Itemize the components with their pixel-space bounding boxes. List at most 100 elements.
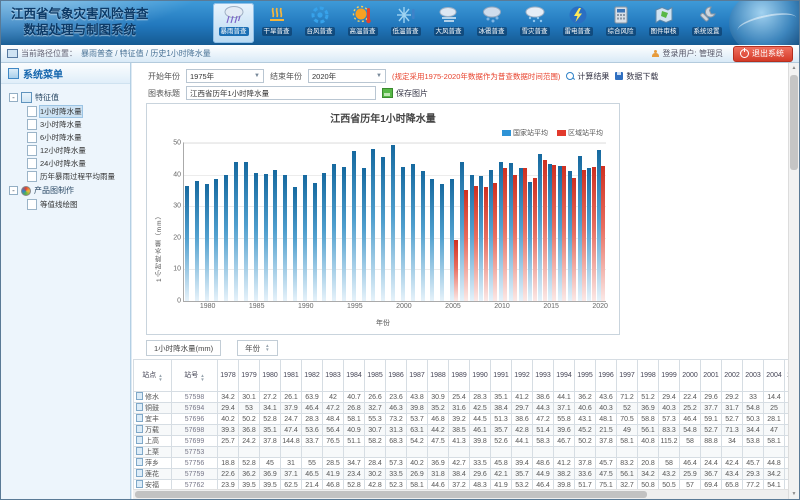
value-cell: 42.4	[722, 458, 743, 469]
col-header-year-1994[interactable]: 1994	[554, 360, 575, 392]
hscroll-thumb[interactable]	[135, 491, 647, 498]
station-name: 万载	[134, 425, 172, 436]
col-header-year-1987[interactable]: 1987	[407, 360, 428, 392]
station-name: 铜鼓	[134, 403, 172, 414]
toolbar-item-hail[interactable]: 冰雹普查	[471, 3, 512, 43]
vscroll-thumb[interactable]	[790, 75, 798, 170]
col-header-year-1989[interactable]: 1989	[449, 360, 470, 392]
toolbar-item-sun-thermo[interactable]: 高温普查	[342, 3, 383, 43]
start-year-select[interactable]: 1975年▼	[186, 69, 264, 83]
horizontal-scrollbar[interactable]	[133, 489, 789, 499]
col-header-year-1991[interactable]: 1991	[491, 360, 512, 392]
value-cell: 24.7	[281, 414, 302, 425]
table-row-铜鼓[interactable]: 铜鼓5769429.45334.137.946.447.226.832.746.…	[134, 403, 790, 414]
sidebar-item-等值线绘图[interactable]: 等值线绘图	[1, 198, 130, 211]
sidebar-item-24小时降水量[interactable]: 24小时降水量	[1, 157, 130, 170]
logged-in-user: 登录用户: 管理员	[663, 48, 723, 59]
collapse-icon[interactable]: -	[9, 93, 18, 102]
document-icon	[27, 119, 37, 130]
sidebar-item-3小时降水量[interactable]: 3小时降水量	[1, 118, 130, 131]
col-header-year-1985[interactable]: 1985	[365, 360, 386, 392]
table-row-万载[interactable]: 万载5769839.336.835.147.453.656.440.930.73…	[134, 425, 790, 436]
col-header-year-2001[interactable]: 2001	[701, 360, 722, 392]
breadcrumb[interactable]: 暴雨普查 / 特征值 / 历史1小时降水量	[81, 48, 211, 59]
col-header-year-1982[interactable]: 1982	[302, 360, 323, 392]
collapse-icon[interactable]: -	[9, 186, 18, 195]
table-row-宜丰[interactable]: 宜丰5769640.250.252.824.728.348.458.155.37…	[134, 414, 790, 425]
y-tick: 30	[173, 203, 181, 210]
col-header-year-1996[interactable]: 1996	[596, 360, 617, 392]
toolbar-item-cold[interactable]: 低温普查	[385, 3, 426, 43]
document-icon	[27, 158, 37, 169]
value-cell: 27.2	[260, 392, 281, 403]
col-header-year-1978[interactable]: 1978	[218, 360, 239, 392]
toolbar-item-calculator[interactable]: 综合风险	[600, 3, 641, 43]
toolbar-item-wrench[interactable]: 系统设置	[686, 3, 727, 43]
col-header-year-2003[interactable]: 2003	[743, 360, 764, 392]
sidebar-item-12小时降水量[interactable]: 12小时降水量	[1, 144, 130, 157]
toolbar-item-map[interactable]: 图件审核	[643, 3, 684, 43]
col-header-year-1984[interactable]: 1984	[344, 360, 365, 392]
col-header-year-1980[interactable]: 1980	[260, 360, 281, 392]
scroll-down-icon[interactable]: ▼	[789, 489, 799, 499]
value-cell: 35.1	[260, 425, 281, 436]
table-row-修水[interactable]: 修水5759834.230.127.226.163.94240.726.623.…	[134, 392, 790, 403]
col-header-year-2000[interactable]: 2000	[680, 360, 701, 392]
bar-national-1986	[264, 174, 268, 301]
col-header-station[interactable]: 站点 ▲▼	[134, 360, 172, 392]
col-header-year-1986[interactable]: 1986	[386, 360, 407, 392]
col-header-year-1981[interactable]: 1981	[281, 360, 302, 392]
col-header-year-1979[interactable]: 1979	[239, 360, 260, 392]
value-cell	[554, 447, 575, 458]
col-header-year-2002[interactable]: 2002	[722, 360, 743, 392]
year-sort-control[interactable]: 年份 ▲▼	[237, 340, 277, 356]
end-year-select[interactable]: 2020年▼	[308, 69, 386, 83]
value-cell: 63.9	[302, 392, 323, 403]
value-cell: 41.9	[323, 469, 344, 480]
value-cell: 22.6	[218, 469, 239, 480]
query-form-row2: 图表标题 保存图片	[148, 86, 428, 100]
sidebar-item-1小时降水量[interactable]: 1小时降水量	[1, 105, 130, 118]
tree-node[interactable]: -产品图制作	[1, 183, 130, 198]
col-header-year-1993[interactable]: 1993	[533, 360, 554, 392]
bar-national-1987	[273, 170, 277, 301]
col-header-year-1983[interactable]: 1983	[323, 360, 344, 392]
value-cell: 50.2	[239, 414, 260, 425]
col-header-year-1992[interactable]: 1992	[512, 360, 533, 392]
toolbar-item-snow[interactable]: 雪灾普查	[514, 3, 555, 43]
toolbar-item-wind[interactable]: 大风普查	[428, 3, 469, 43]
value-cell: 46.4	[680, 458, 701, 469]
col-header-year-1998[interactable]: 1998	[638, 360, 659, 392]
toolbar-item-lightning[interactable]: 雷电普查	[557, 3, 598, 43]
y-tick: 0	[177, 298, 181, 305]
exit-system-button[interactable]: 退出系统	[733, 46, 793, 62]
table-row-萍乡[interactable]: 萍乡5775618.852.845315528.534.728.457.340.…	[134, 458, 790, 469]
col-header-year-1997[interactable]: 1997	[617, 360, 638, 392]
col-header-station-id[interactable]: 站号 ▲▼	[172, 360, 218, 392]
value-cell: 63.1	[407, 425, 428, 436]
calculate-button[interactable]: 计算结果	[566, 71, 609, 82]
scroll-up-icon[interactable]: ▲	[789, 63, 799, 73]
tree-node[interactable]: -特征值	[1, 90, 130, 105]
toolbar-item-rain-cloud[interactable]: 暴雨普查	[213, 3, 254, 43]
value-cell: 47.5	[428, 436, 449, 447]
save-image-button[interactable]: 保存图片	[382, 88, 428, 99]
earth-globe-decoration	[729, 1, 799, 45]
col-header-year-1995[interactable]: 1995	[575, 360, 596, 392]
table-row-上栗[interactable]: 上栗57753	[134, 447, 790, 458]
col-header-year-1990[interactable]: 1990	[470, 360, 491, 392]
toolbar-item-heat[interactable]: 干旱普查	[256, 3, 297, 43]
download-button[interactable]: 数据下载	[615, 71, 658, 82]
col-header-year-1988[interactable]: 1988	[428, 360, 449, 392]
sidebar-item-历年暴雨过程平均雨量[interactable]: 历年暴雨过程平均雨量	[1, 170, 130, 183]
col-header-year-2004[interactable]: 2004	[764, 360, 785, 392]
col-header-year-1999[interactable]: 1999	[659, 360, 680, 392]
toolbar-item-typhoon[interactable]: 台风普查	[299, 3, 340, 43]
value-cell: 30.1	[239, 392, 260, 403]
table-row-上高[interactable]: 上高5769925.724.237.8144.833.776.551.158.2…	[134, 436, 790, 447]
sidebar-item-6小时降水量[interactable]: 6小时降水量	[1, 131, 130, 144]
unit-control[interactable]: 1小时降水量(mm)	[146, 340, 221, 356]
table-row-莲花[interactable]: 莲花5775922.636.236.937.146.541.923.430.23…	[134, 469, 790, 480]
chart-title-input[interactable]	[186, 86, 376, 100]
vertical-scrollbar[interactable]: ▲ ▼	[788, 63, 799, 499]
